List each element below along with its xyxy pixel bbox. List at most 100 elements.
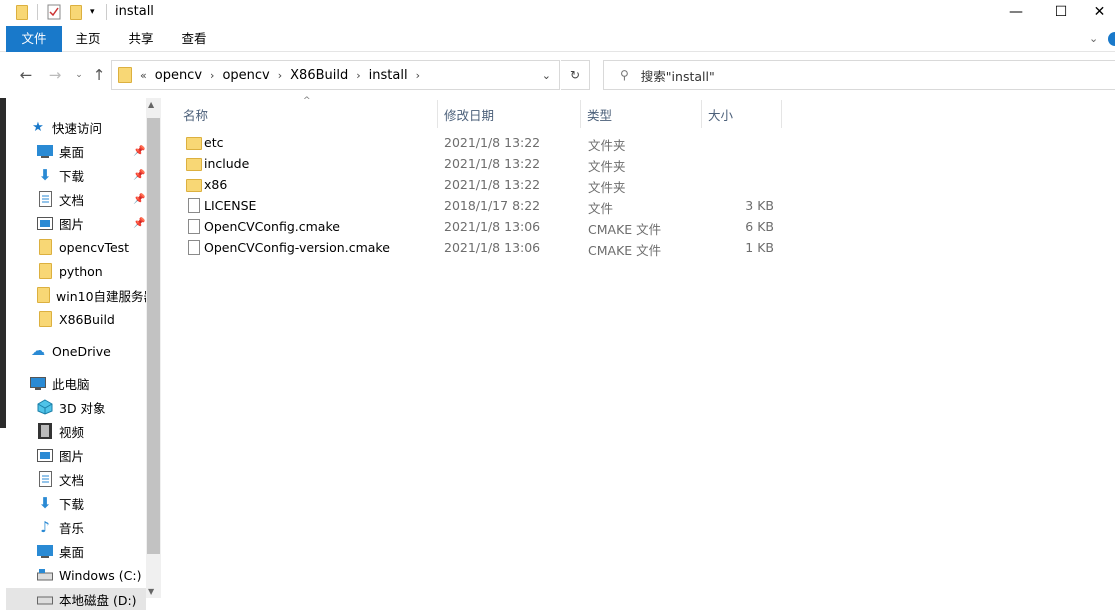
file-type: CMAKE 文件 xyxy=(588,243,662,258)
back-arrow-icon[interactable]: ← xyxy=(16,66,36,84)
help-icon[interactable] xyxy=(1108,32,1115,46)
file-icon xyxy=(188,240,200,255)
chevron-right-icon[interactable]: › xyxy=(278,69,282,82)
chevron-right-icon[interactable]: › xyxy=(416,69,420,82)
breadcrumb-opencv-1[interactable]: opencv xyxy=(155,68,202,83)
search-icon: ⚲ xyxy=(620,68,629,82)
chevron-right-icon[interactable]: › xyxy=(356,69,360,82)
folder-icon xyxy=(37,311,53,327)
customize-toolbar-icon[interactable]: ▾ xyxy=(90,3,95,21)
file-row-license[interactable]: LICENSE 2018/1/17 8:22 文件 3 KB xyxy=(180,196,780,217)
pin-icon[interactable]: 📌 xyxy=(133,218,145,229)
music-icon: ♪ xyxy=(40,518,50,536)
desktop-icon xyxy=(37,543,53,559)
navigation-bar: ← → ⌄ ↑ « opencv › opencv › X86Build › i… xyxy=(0,58,1115,91)
sidebar-item-drive-d[interactable]: 本地磁盘 (D:) xyxy=(6,588,146,610)
file-name: etc xyxy=(204,135,224,150)
sidebar-item-this-pc[interactable]: 此电脑 xyxy=(30,372,90,394)
forward-arrow-icon[interactable]: → xyxy=(45,66,65,84)
sidebar-item-desktop[interactable]: 桌面 xyxy=(37,140,84,162)
sidebar-item-downloads-pc[interactable]: ⬇ 下载 xyxy=(37,492,84,514)
sidebar-item-3d-objects[interactable]: 3D 对象 xyxy=(37,396,106,418)
file-row-include[interactable]: include 2021/1/8 13:22 文件夹 xyxy=(180,154,780,175)
tab-view[interactable]: 查看 xyxy=(168,26,220,52)
file-row-etc[interactable]: etc 2021/1/8 13:22 文件夹 xyxy=(180,133,780,154)
tab-share[interactable]: 共享 xyxy=(116,26,166,52)
sidebar-item-documents-pc[interactable]: 文档 xyxy=(37,468,84,490)
sidebar-item-documents[interactable]: 文档 xyxy=(37,188,84,210)
column-header-size[interactable]: 大小 xyxy=(702,100,782,128)
file-row-opencvconfig-version[interactable]: OpenCVConfig-version.cmake 2021/1/8 13:0… xyxy=(180,238,780,259)
breadcrumb-x86build[interactable]: X86Build xyxy=(290,68,348,83)
sidebar-item-x86build[interactable]: X86Build xyxy=(37,308,115,330)
divider xyxy=(106,4,107,20)
file-name: x86 xyxy=(204,177,228,192)
chevron-down-icon[interactable]: ⌄ xyxy=(1089,32,1098,45)
sidebar-item-music[interactable]: ♪ 音乐 xyxy=(37,516,84,538)
tab-home[interactable]: 主页 xyxy=(64,26,112,52)
new-folder-icon[interactable] xyxy=(70,3,82,21)
navigation-pane: ★ 快速访问 桌面 📌 ⬇ 下载 📌 文档 📌 图片 📌 opencvTest … xyxy=(0,98,160,610)
pin-icon[interactable]: 📌 xyxy=(133,194,145,205)
sidebar-item-label: 文档 xyxy=(59,192,85,208)
sidebar-item-label: 图片 xyxy=(59,448,85,464)
file-row-x86[interactable]: x86 2021/1/8 13:22 文件夹 xyxy=(180,175,780,196)
breadcrumb-opencv-2[interactable]: opencv xyxy=(222,68,269,83)
chevron-down-icon[interactable]: ⌄ xyxy=(542,69,551,82)
close-button[interactable]: ✕ xyxy=(1084,0,1115,24)
cloud-icon: ☁ xyxy=(31,343,45,359)
sidebar-item-label: X86Build xyxy=(59,311,115,327)
file-row-opencvconfig[interactable]: OpenCVConfig.cmake 2021/1/8 13:06 CMAKE … xyxy=(180,217,780,238)
sidebar-item-pictures[interactable]: 图片 xyxy=(37,212,84,234)
pin-icon[interactable]: 📌 xyxy=(133,170,145,181)
refresh-button[interactable]: ↻ xyxy=(561,60,590,90)
sidebar-item-quick-access[interactable]: ★ 快速访问 xyxy=(30,116,102,138)
maximize-button[interactable]: ☐ xyxy=(1038,0,1084,24)
sidebar-item-python[interactable]: python xyxy=(37,260,103,282)
file-name: OpenCVConfig-version.cmake xyxy=(204,240,390,255)
file-modified: 2021/1/8 13:22 xyxy=(444,156,541,171)
sidebar-item-downloads[interactable]: ⬇ 下载 xyxy=(37,164,84,186)
sidebar-item-drive-c[interactable]: Windows (C:) xyxy=(37,564,141,586)
column-header-type[interactable]: 类型 xyxy=(581,100,702,128)
scroll-up-icon[interactable]: ▲ xyxy=(148,100,154,109)
folder-icon xyxy=(118,67,132,83)
folder-icon[interactable] xyxy=(16,3,28,21)
search-box[interactable]: ⚲ 搜索"install" xyxy=(603,60,1115,90)
sidebar-item-label: 3D 对象 xyxy=(59,400,106,416)
folder-icon xyxy=(186,137,202,150)
sidebar-item-label: 此电脑 xyxy=(52,376,90,392)
sidebar-item-label: OneDrive xyxy=(52,343,111,359)
folder-icon xyxy=(37,287,50,303)
recent-locations-icon[interactable]: ⌄ xyxy=(69,66,89,84)
file-type: CMAKE 文件 xyxy=(588,222,662,237)
window-title: install xyxy=(115,4,154,19)
chevron-right-icon[interactable]: › xyxy=(210,69,214,82)
sidebar-item-videos[interactable]: 视频 xyxy=(37,420,84,442)
download-icon: ⬇ xyxy=(38,166,52,184)
sidebar-item-label: 文档 xyxy=(59,472,85,488)
up-arrow-icon[interactable]: ↑ xyxy=(89,66,109,84)
sidebar-item-label: 下载 xyxy=(59,168,85,184)
sidebar-item-label: 本地磁盘 (D:) xyxy=(59,592,137,608)
file-name: LICENSE xyxy=(204,198,257,213)
tab-file[interactable]: 文件 xyxy=(6,26,62,52)
column-header-name[interactable]: 名称 xyxy=(177,100,438,128)
sidebar-item-label: opencvTest xyxy=(59,239,130,255)
address-bar[interactable]: « opencv › opencv › X86Build › install ›… xyxy=(111,60,560,90)
minimize-button[interactable]: — xyxy=(993,0,1039,24)
sidebar-item-pictures-pc[interactable]: 图片 xyxy=(37,444,84,466)
properties-icon[interactable] xyxy=(47,3,61,21)
column-header-modified[interactable]: 修改日期 xyxy=(438,100,581,128)
sidebar-scrollbar-thumb[interactable] xyxy=(147,118,160,554)
file-modified: 2021/1/8 13:22 xyxy=(444,135,541,150)
sidebar-item-opencvtest[interactable]: opencvTest xyxy=(37,236,129,258)
pin-icon[interactable]: 📌 xyxy=(133,146,145,157)
sidebar-item-onedrive[interactable]: ☁ OneDrive xyxy=(30,340,111,362)
star-icon: ★ xyxy=(32,119,44,135)
sidebar-item-win10-server[interactable]: win10自建服务器 xyxy=(37,284,146,306)
breadcrumb-overflow[interactable]: « xyxy=(140,69,147,82)
sidebar-item-desktop-pc[interactable]: 桌面 xyxy=(37,540,84,562)
scroll-down-icon[interactable]: ▼ xyxy=(148,587,154,596)
breadcrumb-install[interactable]: install xyxy=(369,68,408,83)
